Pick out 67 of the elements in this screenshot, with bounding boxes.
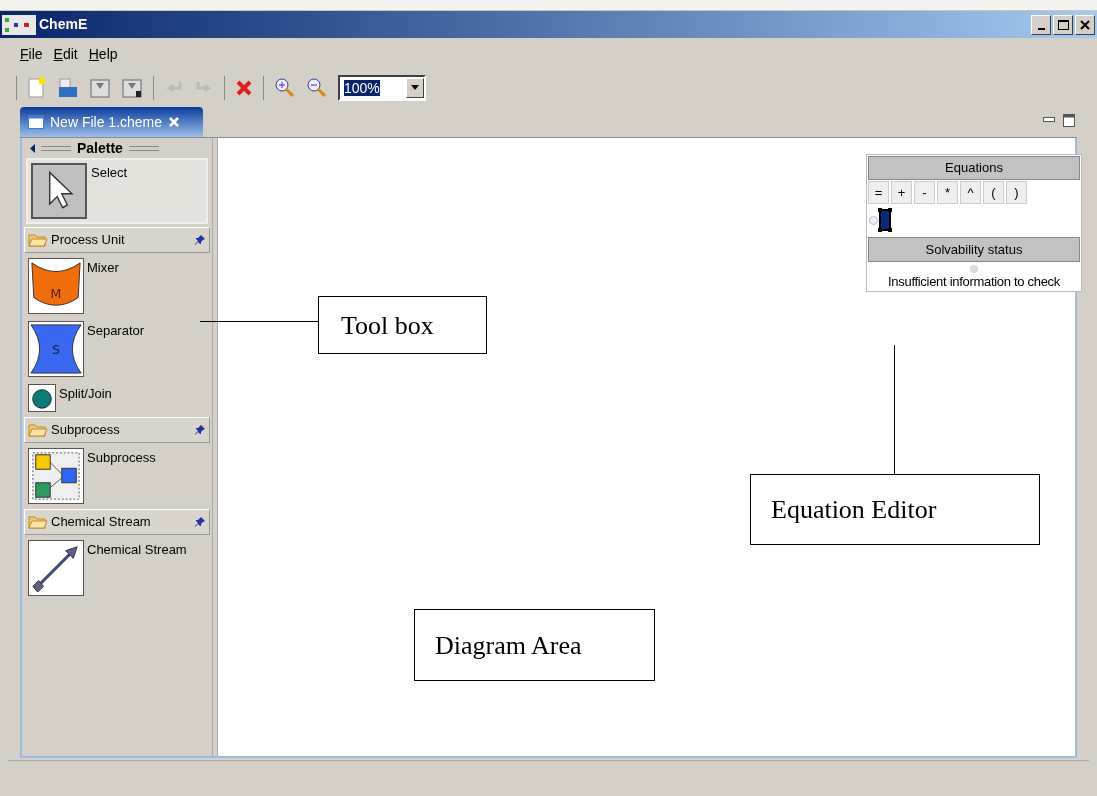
palette-item-label: Separator [87, 322, 145, 340]
close-button[interactable] [1075, 14, 1095, 35]
subprocess-icon [28, 448, 84, 504]
zoom-combo[interactable]: 100% [338, 74, 426, 101]
drawer-header[interactable]: Chemical Stream [24, 509, 210, 535]
zoom-out-icon[interactable] [306, 76, 328, 99]
equations-header: Equations [868, 156, 1080, 180]
palette-item-label: Select [91, 164, 128, 182]
pin-icon[interactable] [194, 516, 206, 528]
app-icon [2, 14, 36, 35]
callout-label: Equation Editor [750, 474, 1040, 545]
menu-item[interactable]: File [20, 43, 43, 65]
window-title: ChemE [39, 15, 88, 34]
split-join-icon [28, 384, 56, 412]
pointer-icon [31, 163, 87, 219]
collapse-icon[interactable] [30, 143, 35, 153]
select-tool[interactable]: Select [26, 158, 208, 224]
save-as-icon[interactable] [121, 76, 143, 99]
drawer-title: Subprocess [51, 421, 120, 440]
folder-icon [28, 515, 48, 529]
zoom-in-icon[interactable] [274, 76, 296, 99]
close-icon [1080, 19, 1090, 30]
palette-item-label: Split/Join [59, 385, 112, 403]
palette-item[interactable]: S Separator [24, 316, 210, 379]
operator-button[interactable]: ) [1006, 181, 1027, 204]
palette-item[interactable]: Subprocess [24, 443, 210, 506]
operator-button[interactable]: + [891, 181, 912, 204]
file-icon [28, 115, 44, 129]
callout-label: Diagram Area [414, 609, 655, 681]
operator-button[interactable]: - [914, 181, 935, 204]
minimize-icon[interactable] [1043, 117, 1055, 123]
palette-item-label: Subprocess [87, 449, 156, 467]
menu-item[interactable]: Edit [53, 43, 78, 65]
operator-button[interactable]: ( [983, 181, 1004, 204]
drawer-header[interactable]: Process Unit [24, 227, 210, 253]
separator-icon: S [28, 321, 84, 377]
status-header: Solvability status [868, 237, 1080, 262]
palette-item[interactable]: M Mixer [24, 253, 210, 316]
palette-item[interactable]: Chemical Stream [24, 535, 210, 598]
folder-icon [28, 423, 48, 437]
dropdown-icon[interactable] [406, 77, 424, 98]
editor-tab[interactable]: New File 1.cheme [20, 107, 203, 137]
drawer-header[interactable]: Subprocess [24, 417, 210, 443]
open-folder-icon[interactable] [57, 76, 79, 99]
maximize-icon[interactable] [1063, 114, 1075, 127]
mixer-icon: M [28, 258, 84, 314]
palette-item-label: Mixer [87, 259, 119, 277]
palette-item[interactable]: Split/Join [24, 379, 210, 414]
callout-label: Tool box [318, 296, 487, 354]
delete-icon[interactable] [235, 78, 253, 97]
palette-title: Palette [77, 138, 123, 158]
folder-icon [28, 233, 48, 247]
pin-icon[interactable] [194, 424, 206, 436]
maximize-button[interactable] [1053, 14, 1073, 35]
minimize-button[interactable] [1031, 14, 1051, 35]
status-message: Insufficient information to check [887, 273, 1061, 291]
palette-item-label: Chemical Stream [87, 541, 187, 559]
save-icon[interactable] [89, 76, 111, 99]
operator-button[interactable]: = [868, 181, 889, 204]
menu-item[interactable]: Help [88, 43, 118, 65]
close-icon[interactable] [168, 116, 181, 128]
operator-button[interactable]: ^ [960, 181, 981, 204]
drawer-title: Chemical Stream [51, 513, 151, 532]
operator-button[interactable]: * [937, 181, 958, 204]
radio-icon[interactable] [869, 215, 878, 225]
drawer-title: Process Unit [51, 231, 125, 250]
pin-icon[interactable] [194, 234, 206, 246]
